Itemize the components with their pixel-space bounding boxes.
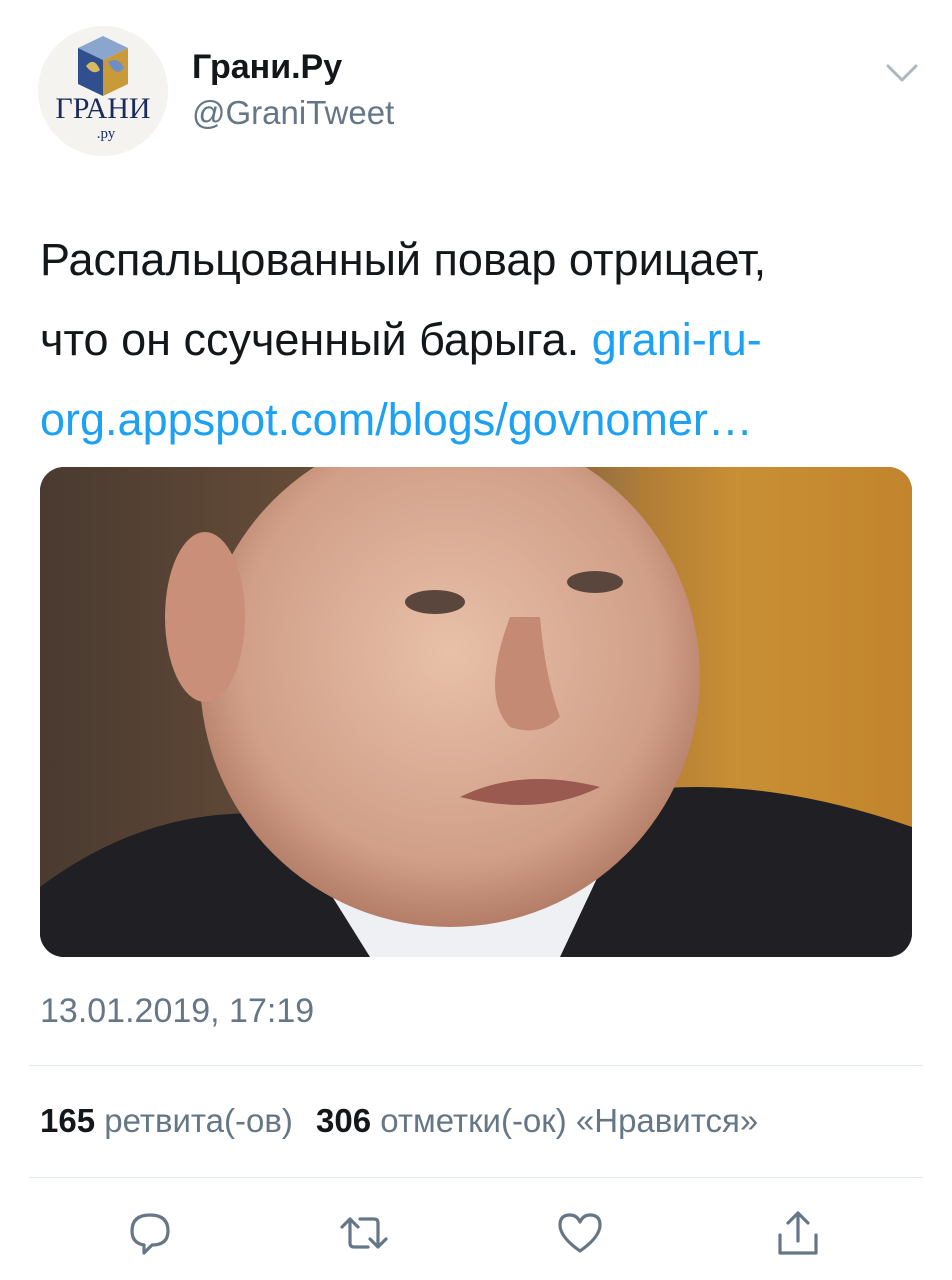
chevron-down-icon[interactable] — [884, 60, 920, 86]
tweet-timestamp[interactable]: 13.01.2019, 17:19 — [40, 992, 314, 1031]
like-button[interactable] — [552, 1205, 608, 1261]
tweet-link[interactable]: grani-ru- — [592, 314, 762, 365]
retweets-label: ретвита(-ов) — [104, 1102, 293, 1139]
likes-stat[interactable]: 306 отметки(-ок) «Нравится» — [316, 1102, 758, 1139]
likes-count: 306 — [316, 1102, 372, 1139]
portrait-image — [40, 467, 912, 957]
reply-icon — [130, 1213, 170, 1255]
avatar[interactable]: ГРАНИ .ру — [38, 26, 168, 156]
tweet-stats: 165 ретвита(-ов) 306 отметки(-ок) «Нрави… — [40, 1102, 772, 1140]
reply-button[interactable] — [122, 1205, 178, 1261]
grani-logo-icon: ГРАНИ .ру — [38, 26, 168, 156]
avatar-logo-text: ГРАНИ — [55, 92, 150, 125]
retweets-count: 165 — [40, 1102, 96, 1139]
avatar-logo-subtext: .ру — [97, 126, 116, 142]
share-icon — [778, 1211, 818, 1255]
like-icon — [558, 1213, 602, 1253]
retweet-icon — [340, 1217, 388, 1249]
likes-label: отметки(-ок) «Нравится» — [380, 1102, 759, 1139]
divider — [30, 1065, 922, 1066]
retweet-button[interactable] — [336, 1205, 392, 1261]
tweet-link-continued[interactable]: org.appspot.com/blogs/govnomer… — [40, 394, 753, 445]
tweet-text-line: что он ссученный барыга. — [40, 314, 592, 365]
tweet-photo[interactable] — [40, 467, 912, 957]
share-button[interactable] — [770, 1205, 826, 1261]
author-handle[interactable]: @GraniTweet — [192, 94, 394, 132]
retweets-stat[interactable]: 165 ретвита(-ов) — [40, 1102, 293, 1139]
author-display-name[interactable]: Грани.Ру — [192, 48, 342, 87]
tweet-text: Распальцованный повар отрицает, что он с… — [40, 220, 920, 460]
divider — [30, 1177, 922, 1178]
tweet-text-line: Распальцованный повар отрицает, — [40, 234, 767, 285]
